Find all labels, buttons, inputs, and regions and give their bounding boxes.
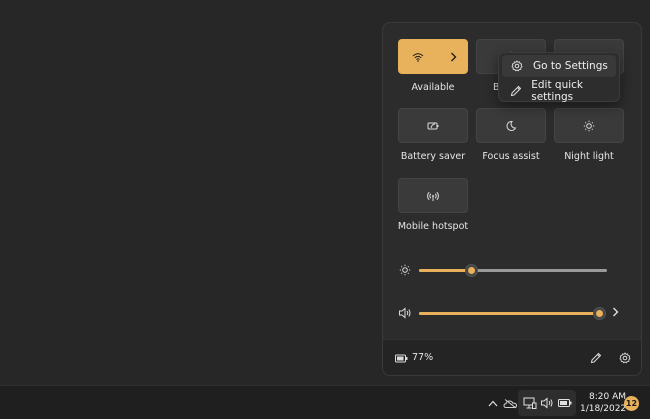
speaker-icon: [397, 305, 413, 321]
clock-time: 8:20 AM: [589, 392, 626, 402]
brightness-slider[interactable]: [419, 263, 607, 277]
volume-slider-fill: [419, 311, 600, 315]
tile-label: Night light: [564, 151, 614, 162]
volume-slider[interactable]: [419, 306, 606, 320]
brightness-slider-thumb[interactable]: [465, 263, 479, 277]
onedrive-icon[interactable]: [502, 395, 518, 411]
volume-slider-thumb[interactable]: [592, 306, 606, 320]
tile-focus-assist[interactable]: Focus assist: [476, 108, 546, 162]
menu-item-label: Edit quick settings: [531, 79, 583, 103]
hotspot-icon: [427, 190, 439, 202]
gear-icon: [510, 59, 524, 73]
brightness-slider-row: [397, 260, 633, 280]
battery-icon[interactable]: [395, 348, 408, 367]
battery-percentage: 77%: [412, 352, 434, 363]
volume-slider-row: [397, 303, 633, 323]
chevron-up-icon[interactable]: [485, 395, 501, 411]
tile-mobile-hotspot[interactable]: Mobile hotspot: [398, 178, 468, 232]
brightness-icon: [397, 262, 413, 278]
tile-label: Mobile hotspot: [397, 221, 469, 232]
focus-assist-toggle[interactable]: [476, 108, 546, 143]
battery-saver-icon: [426, 121, 440, 131]
menu-item-go-to-settings[interactable]: Go to Settings: [502, 55, 616, 77]
context-menu: Go to Settings Edit quick settings: [498, 52, 620, 103]
menu-item-edit-quick-settings[interactable]: Edit quick settings: [502, 79, 616, 103]
gear-icon[interactable]: [616, 349, 634, 367]
moon-icon: [505, 120, 517, 132]
taskbar-clock[interactable]: 8:20 AM 1/18/2022: [580, 391, 626, 415]
chevron-right-icon[interactable]: [612, 305, 619, 321]
wifi-toggle[interactable]: [398, 39, 468, 74]
pencil-icon: [510, 84, 522, 98]
brightness-icon: [583, 120, 595, 132]
taskbar: 8:20 AM 1/18/2022 12: [0, 385, 650, 419]
speaker-icon: [539, 395, 555, 411]
battery-saver-toggle[interactable]: [398, 108, 468, 143]
notification-badge[interactable]: 12: [624, 396, 639, 411]
brightness-slider-fill: [419, 268, 472, 272]
mobile-hotspot-toggle[interactable]: [398, 178, 468, 213]
tile-night-light[interactable]: Night light: [554, 108, 624, 162]
chevron-right-icon[interactable]: [450, 52, 457, 62]
tile-wifi[interactable]: Available: [398, 39, 468, 93]
clock-date: 1/18/2022: [580, 404, 627, 414]
network-icon: [522, 395, 538, 411]
night-light-toggle[interactable]: [554, 108, 624, 143]
wifi-icon: [412, 52, 424, 62]
menu-item-label: Go to Settings: [533, 60, 608, 72]
pencil-icon[interactable]: [587, 349, 605, 367]
quick-settings-footer: 77%: [383, 339, 641, 375]
tile-battery-saver[interactable]: Battery saver: [398, 108, 468, 162]
battery-icon: [557, 395, 573, 411]
quick-settings-tray-button[interactable]: [518, 390, 576, 416]
